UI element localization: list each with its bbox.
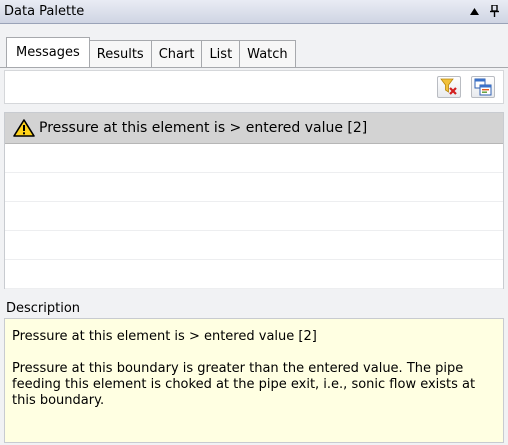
empty-row <box>5 231 503 260</box>
warning-icon <box>13 119 35 137</box>
empty-row <box>5 260 503 289</box>
tab-chart[interactable]: Chart <box>150 40 203 67</box>
data-palette-panel: Data Palette Messages Results Chart List… <box>0 0 508 445</box>
message-row[interactable]: Pressure at this element is > entered va… <box>5 113 503 144</box>
tab-label: Messages <box>16 45 80 60</box>
message-toolbar <box>4 70 504 104</box>
clear-filter-button[interactable] <box>437 76 461 98</box>
empty-row <box>5 202 503 231</box>
tab-list[interactable]: List <box>201 40 241 67</box>
description-label: Description <box>6 301 81 316</box>
panel-title-bar[interactable]: Data Palette <box>0 0 508 24</box>
title-bar-controls <box>468 3 500 19</box>
tab-label: Chart <box>158 46 195 62</box>
pin-icon[interactable] <box>488 3 500 19</box>
description-detail: Pressure at this boundary is greater tha… <box>12 361 476 408</box>
tab-divider <box>0 67 508 68</box>
empty-row <box>5 173 503 202</box>
tab-label: List <box>209 46 233 62</box>
copy-button[interactable] <box>471 76 495 98</box>
panel-title: Data Palette <box>4 4 85 19</box>
tab-watch[interactable]: Watch <box>239 40 296 67</box>
description-summary: Pressure at this element is > entered va… <box>12 329 317 344</box>
dropdown-arrow-icon[interactable] <box>468 3 480 19</box>
tab-label: Watch <box>247 46 288 62</box>
tab-label: Results <box>96 46 144 62</box>
empty-row <box>5 144 503 173</box>
tab-strip: Messages Results Chart List Watch <box>6 37 296 67</box>
message-text: Pressure at this element is > entered va… <box>39 120 368 136</box>
tab-results[interactable]: Results <box>88 40 152 67</box>
messages-grid[interactable]: Pressure at this element is > entered va… <box>4 112 504 289</box>
funnel-clear-icon <box>440 78 457 95</box>
description-box: Pressure at this element is > entered va… <box>4 318 504 443</box>
tab-messages[interactable]: Messages <box>6 37 90 67</box>
copy-windows-icon <box>474 78 492 96</box>
